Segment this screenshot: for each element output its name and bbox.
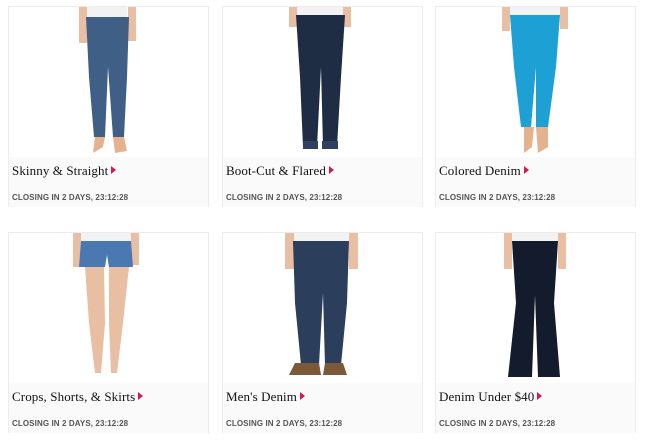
closing-countdown: CLOSING IN 2 DAYS, 23:12:28	[439, 193, 556, 202]
closing-countdown: CLOSING IN 2 DAYS, 23:12:28	[226, 419, 343, 428]
arrow-right-icon	[111, 166, 117, 174]
product-photo-mens[interactable]	[223, 233, 422, 383]
category-link[interactable]: Skinny & Straight	[12, 163, 117, 179]
category-link[interactable]: Crops, Shorts, & Skirts	[12, 389, 144, 405]
category-link[interactable]: Men's Denim	[226, 389, 305, 405]
caption: Colored Denim CLOSING IN 2 DAYS, 23:12:2…	[436, 157, 635, 207]
mens-jeans-model-image	[285, 233, 358, 375]
category-card-denim-under-40[interactable]: Denim Under $40 CLOSING IN 2 DAYS, 23:12…	[435, 232, 636, 433]
product-photo-flare[interactable]	[436, 233, 635, 383]
category-link[interactable]: Boot-Cut & Flared	[226, 163, 334, 179]
caption: Men's Denim CLOSING IN 2 DAYS, 23:12:28	[223, 383, 422, 433]
category-card-bootcut-flared[interactable]: Boot-Cut & Flared CLOSING IN 2 DAYS, 23:…	[222, 6, 423, 207]
closing-countdown: CLOSING IN 2 DAYS, 23:12:28	[226, 193, 343, 202]
category-card-crops-shorts-skirts[interactable]: Crops, Shorts, & Skirts CLOSING IN 2 DAY…	[8, 232, 209, 433]
caption: Skinny & Straight CLOSING IN 2 DAYS, 23:…	[9, 157, 208, 207]
arrow-right-icon	[328, 166, 334, 174]
closing-countdown: CLOSING IN 2 DAYS, 23:12:28	[439, 419, 556, 428]
category-card-skinny-straight[interactable]: Skinny & Straight CLOSING IN 2 DAYS, 23:…	[8, 6, 209, 207]
closing-countdown: CLOSING IN 2 DAYS, 23:12:28	[12, 419, 129, 428]
caption: Denim Under $40 CLOSING IN 2 DAYS, 23:12…	[436, 383, 635, 433]
skinny-jeans-model-image	[79, 7, 136, 153]
denim-shorts-model-image	[73, 233, 139, 373]
arrow-right-icon	[537, 392, 543, 400]
category-link[interactable]: Colored Denim	[439, 163, 529, 179]
product-photo-bootcut[interactable]	[223, 7, 422, 157]
product-photo-colored[interactable]	[436, 7, 635, 157]
arrow-right-icon	[299, 392, 305, 400]
bootcut-jeans-model-image	[289, 7, 351, 149]
arrow-right-icon	[523, 166, 529, 174]
flare-jeans-model-image	[504, 233, 566, 377]
colored-jeans-model-image	[502, 7, 568, 153]
category-link[interactable]: Denim Under $40	[439, 389, 543, 405]
caption: Crops, Shorts, & Skirts CLOSING IN 2 DAY…	[9, 383, 208, 433]
category-card-mens-denim[interactable]: Men's Denim CLOSING IN 2 DAYS, 23:12:28	[222, 232, 423, 433]
caption: Boot-Cut & Flared CLOSING IN 2 DAYS, 23:…	[223, 157, 422, 207]
product-photo-skinny[interactable]	[9, 7, 208, 157]
product-photo-shorts[interactable]	[9, 233, 208, 383]
closing-countdown: CLOSING IN 2 DAYS, 23:12:28	[12, 193, 129, 202]
arrow-right-icon	[138, 392, 144, 400]
category-card-colored-denim[interactable]: Colored Denim CLOSING IN 2 DAYS, 23:12:2…	[435, 6, 636, 207]
